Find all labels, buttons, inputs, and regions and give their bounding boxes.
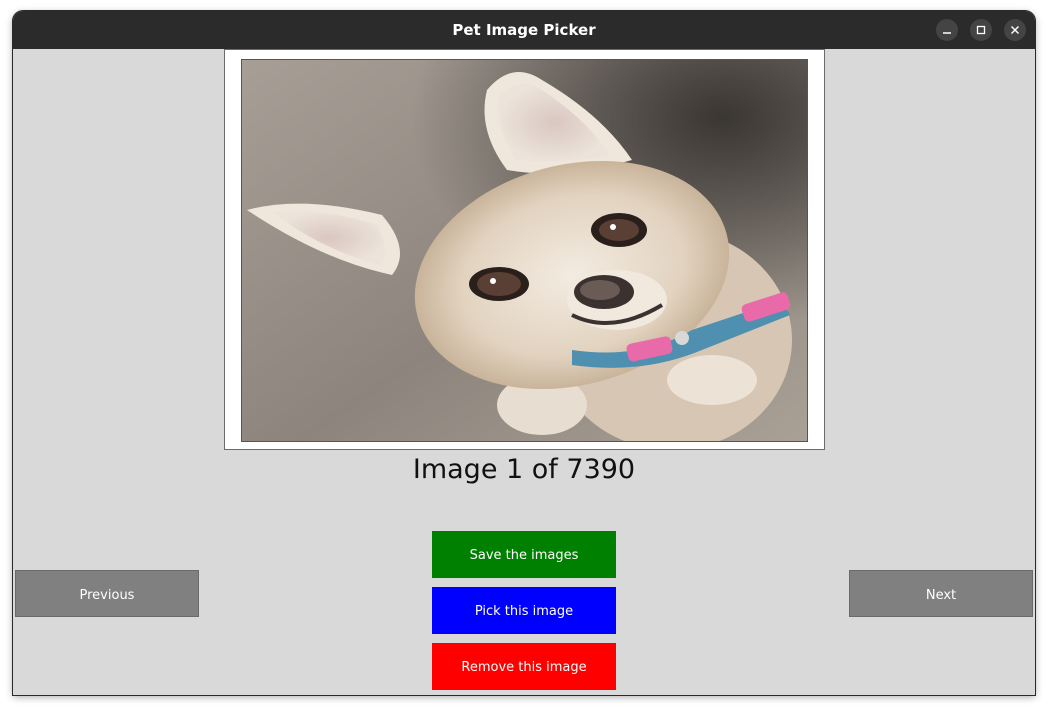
close-icon (1011, 26, 1019, 34)
close-button[interactable] (1004, 19, 1026, 41)
main-content: Image 1 of 7390 Save the images Pick thi… (13, 49, 1035, 695)
image-canvas (224, 49, 825, 450)
window-title: Pet Image Picker (452, 21, 596, 39)
title-bar[interactable]: Pet Image Picker (13, 11, 1035, 49)
maximize-icon (976, 25, 986, 35)
chihuahua-photo (242, 60, 807, 441)
minimize-button[interactable] (936, 19, 958, 41)
maximize-button[interactable] (970, 19, 992, 41)
remove-image-button[interactable]: Remove this image (432, 643, 616, 690)
next-button[interactable]: Next (849, 570, 1033, 617)
pick-image-button[interactable]: Pick this image (432, 587, 616, 634)
app-window: Pet Image Picker Image 1 of 7390 Save th… (13, 11, 1035, 695)
pet-photo (241, 59, 808, 442)
save-images-button[interactable]: Save the images (432, 531, 616, 578)
previous-button[interactable]: Previous (15, 570, 199, 617)
image-counter: Image 1 of 7390 (412, 454, 636, 485)
minimize-icon (943, 32, 951, 34)
